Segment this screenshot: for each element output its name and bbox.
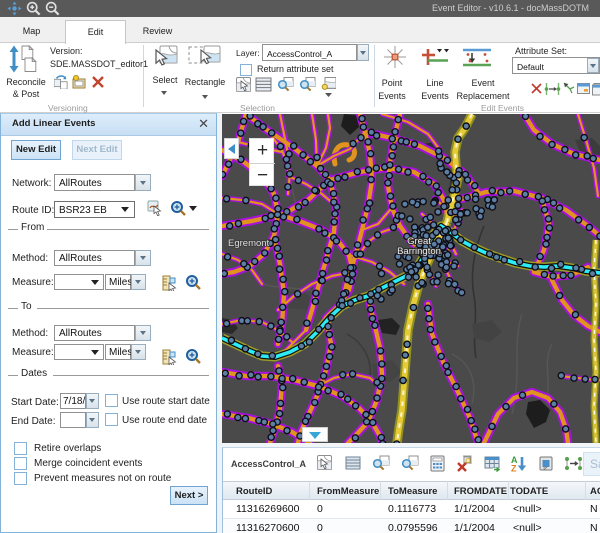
svg-text:Z: Z bbox=[511, 464, 517, 473]
svg-text:Barrington: Barrington bbox=[397, 246, 441, 257]
svg-text:Egremont: Egremont bbox=[228, 238, 270, 249]
